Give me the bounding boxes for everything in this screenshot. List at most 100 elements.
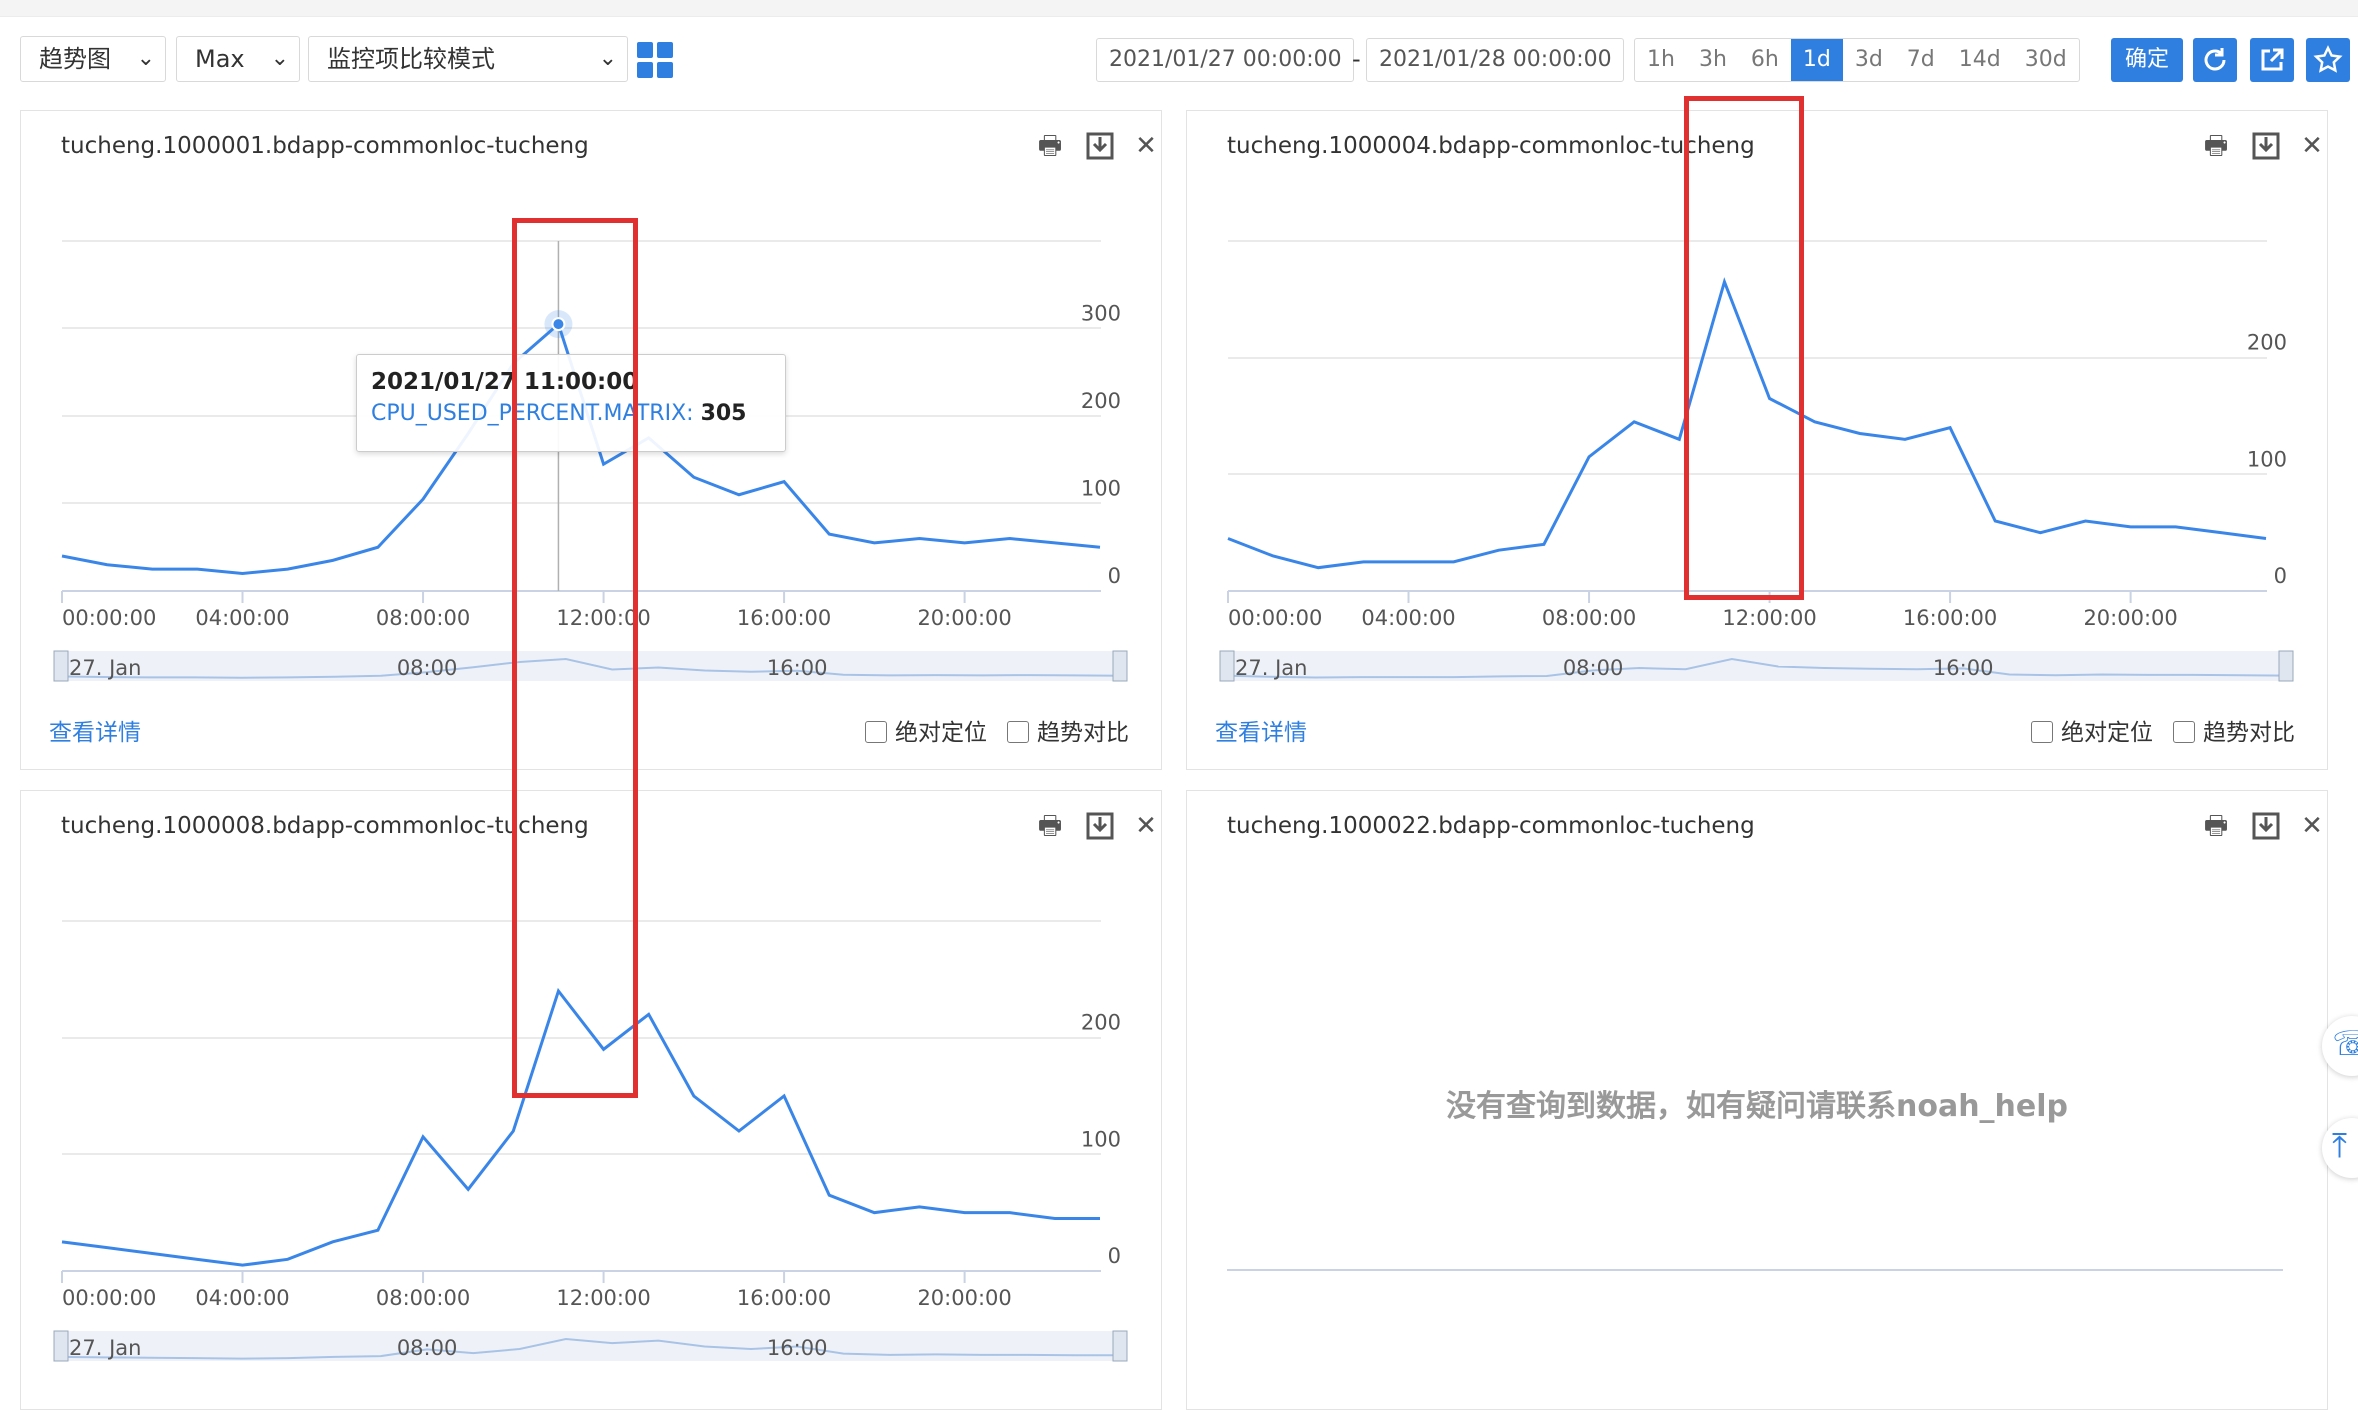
x-tick-label: 20:00:00 [917,1286,1011,1310]
export-icon [2261,48,2284,71]
checkbox-icon [2173,721,2195,743]
download-icon[interactable] [2249,809,2283,843]
x-tick-label: 12:00:00 [556,1286,650,1310]
customer-service-icon: ☏ [2332,1024,2358,1064]
x-tick-label: 12:00:00 [1722,606,1816,630]
end-time-input[interactable]: 2021/01/28 00:00:00 [1366,38,1624,82]
y-tick-label: 0 [1108,564,1121,588]
checkbox-icon [1007,721,1029,743]
range-3h[interactable]: 3h [1687,39,1739,81]
navigator-left-handle [1219,650,1235,682]
checkbox-label: 趋势对比 [1037,720,1129,746]
chevron-down-icon: ⌄ [270,46,289,71]
trend-compare-checkbox[interactable]: 趋势对比 [2173,713,2295,747]
highlight-annotation-box [512,218,638,1098]
start-time-input[interactable]: 2021/01/27 00:00:00 [1096,38,1354,82]
compare-mode-value: 监控项比较模式 [327,45,495,73]
y-tick-label: 200 [1081,1011,1121,1035]
navigator-track [57,1331,1121,1361]
navigator-date-label: 27. Jan [69,1336,141,1360]
time-range-group: 1h 3h 6h 1d 3d 7d 14d 30d [1634,38,2080,82]
toolbar: 趋势图 ⌄ Max ⌄ 监控项比较模式 ⌄ 2021/01/27 00:00:0… [0,36,2358,90]
view-type-select[interactable]: 趋势图 ⌄ [20,36,166,82]
x-tick-label: 16:00:00 [737,606,831,630]
absolute-position-checkbox[interactable]: 绝对定位 [2031,713,2153,747]
range-30d[interactable]: 30d [2013,39,2079,81]
x-tick-label: 04:00:00 [1361,606,1455,630]
navigator-tick-label: 16:00 [767,656,828,680]
y-tick-label: 0 [1108,1244,1121,1268]
y-tick-label: 100 [1081,1127,1121,1151]
navigator-left-handle [53,650,69,682]
checkbox-label: 绝对定位 [895,720,987,746]
back-to-top-icon: ⤒ [2332,1126,2348,1166]
star-icon [2313,45,2343,73]
aggregate-value: Max [195,45,245,73]
navigator-tick-label: 08:00 [397,656,458,680]
navigator-right-handle [2278,650,2294,682]
range-14d[interactable]: 14d [1947,39,2013,81]
refresh-button[interactable] [2193,38,2237,82]
favorite-button[interactable] [2306,38,2350,82]
checkbox-icon [865,721,887,743]
y-tick-label: 0 [2274,564,2287,588]
view-type-value: 趋势图 [39,45,111,73]
refresh-icon [2204,48,2226,71]
view-details-link[interactable]: 查看详情 [1215,713,1307,747]
navigator-left-handle [53,1330,69,1362]
navigator-tick-label: 08:00 [1563,656,1624,680]
chevron-down-icon: ⌄ [136,46,155,71]
tooltip-value: 305 [700,401,747,426]
checkbox-icon [2031,721,2053,743]
x-tick-label: 04:00:00 [195,606,289,630]
navigator-date-label: 27. Jan [1235,656,1307,680]
checkbox-label: 趋势对比 [2203,720,2295,746]
top-strip [0,0,2358,17]
range-6h[interactable]: 6h [1739,39,1791,81]
y-tick-label: 200 [2247,331,2287,355]
absolute-position-checkbox[interactable]: 绝对定位 [865,713,987,747]
print-icon[interactable]: 🖶 [2199,809,2233,843]
x-tick-label: 16:00:00 [737,1286,831,1310]
close-icon[interactable]: ✕ [2295,809,2329,843]
aggregate-select[interactable]: Max ⌄ [176,36,300,82]
x-tick-label: 04:00:00 [195,1286,289,1310]
x-tick-label: 00:00:00 [1228,606,1322,630]
y-tick-label: 300 [1081,302,1121,326]
compare-mode-select[interactable]: 监控项比较模式 ⌄ [308,36,628,82]
navigator-right-handle [1112,650,1128,682]
export-button[interactable] [2250,38,2294,82]
grid-layout-icon[interactable] [637,42,673,78]
x-tick-label: 00:00:00 [62,1286,156,1310]
y-tick-label: 100 [2247,447,2287,471]
x-tick-label: 00:00:00 [62,606,156,630]
range-7d[interactable]: 7d [1895,39,1947,81]
empty-axis-line [1227,1269,2283,1271]
x-tick-label: 08:00:00 [376,606,470,630]
x-tick-label: 08:00:00 [1542,606,1636,630]
trend-compare-checkbox[interactable]: 趋势对比 [1007,713,1129,747]
range-1h[interactable]: 1h [1635,39,1687,81]
navigator-tick-label: 16:00 [767,1336,828,1360]
checkbox-label: 绝对定位 [2061,720,2153,746]
navigator-tick-label: 16:00 [1933,656,1994,680]
x-tick-label: 20:00:00 [2083,606,2177,630]
x-tick-label: 16:00:00 [1903,606,1997,630]
confirm-button[interactable]: 确定 [2111,38,2183,82]
x-tick-label: 08:00:00 [376,1286,470,1310]
chevron-down-icon: ⌄ [598,46,617,71]
range-3d[interactable]: 3d [1843,39,1895,81]
range-1d[interactable]: 1d [1790,39,1843,81]
empty-message: 没有查询到数据，如有疑问请联系noah_help [1445,1089,2069,1124]
x-tick-label: 20:00:00 [917,606,1011,630]
view-details-link[interactable]: 查看详情 [49,713,141,747]
y-tick-label: 100 [1081,477,1121,501]
time-separator: - [1352,45,1361,73]
y-tick-label: 200 [1081,389,1121,413]
navigator-date-label: 27. Jan [69,656,141,680]
navigator-right-handle [1112,1330,1128,1362]
panel-title: tucheng.1000022.bdapp-commonloc-tucheng [1227,813,1755,839]
chart-panel-4: tucheng.1000022.bdapp-commonloc-tucheng … [1186,790,2328,1410]
highlight-annotation-box [1684,96,1804,600]
navigator-tick-label: 08:00 [397,1336,458,1360]
